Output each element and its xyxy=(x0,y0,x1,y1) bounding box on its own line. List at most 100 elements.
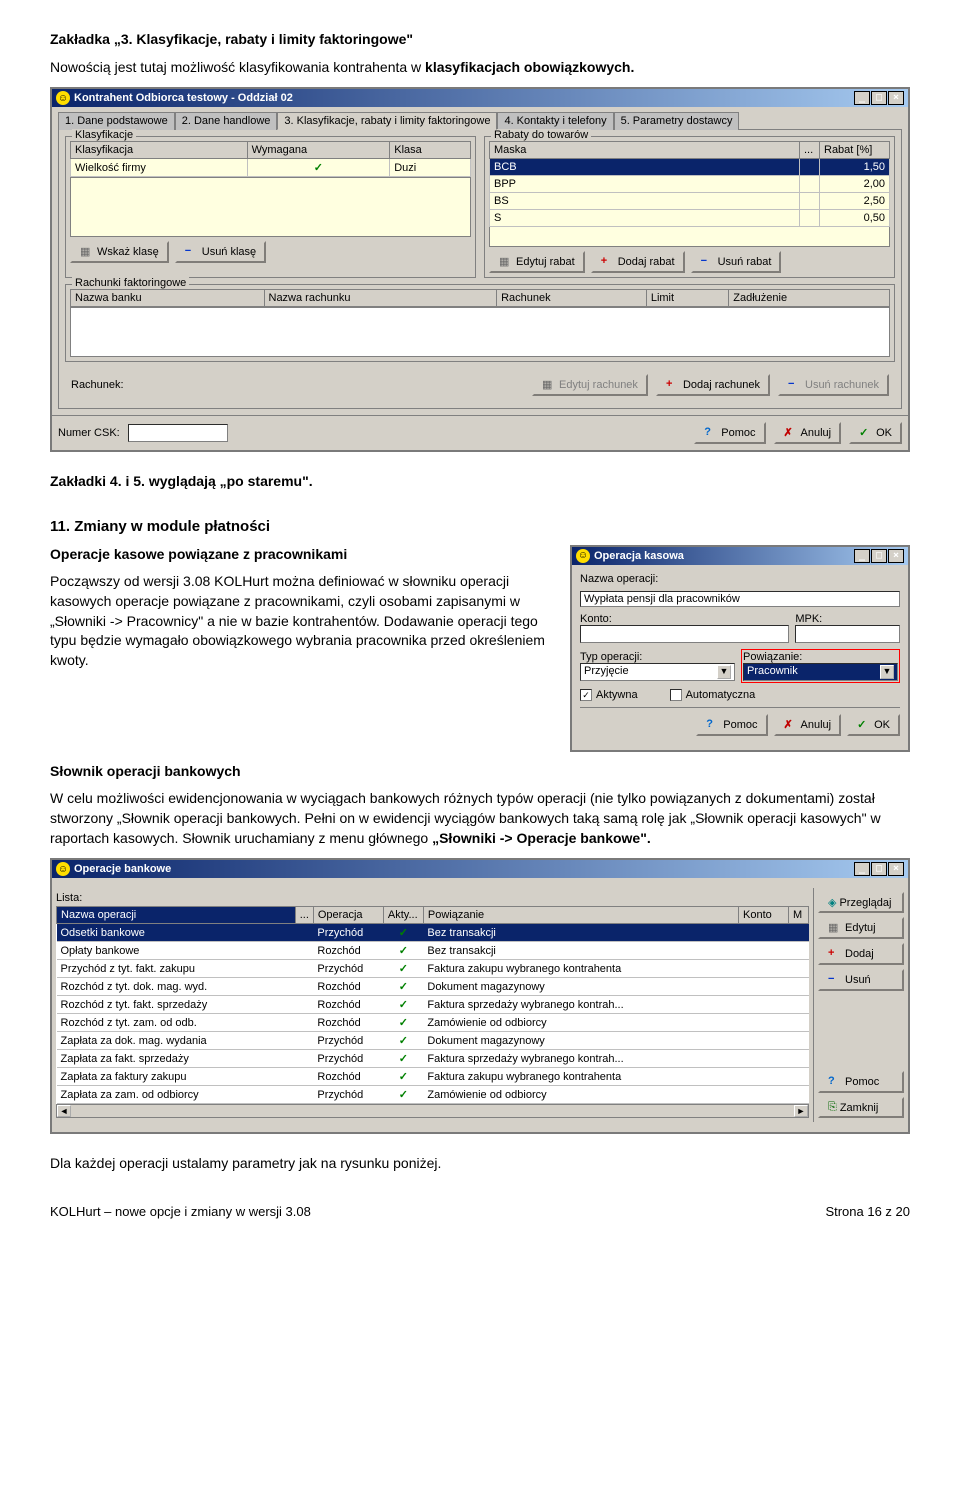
nazwa-operacji-input[interactable] xyxy=(580,591,900,607)
zamknij-button[interactable]: ⎘Zamknij xyxy=(818,1097,904,1118)
przegladaj-button[interactable]: ◈Przeglądaj xyxy=(818,892,904,913)
ok-button[interactable]: OK xyxy=(849,422,902,444)
col-zadluzenie[interactable]: Zadłużenie xyxy=(729,290,890,307)
col-rabat[interactable]: Rabat [%] xyxy=(820,142,890,159)
edytuj-rabat-button[interactable]: Edytuj rabat xyxy=(489,251,585,273)
group-title-klasyfikacje: Klasyfikacje xyxy=(72,129,136,141)
tab-dane-podstawowe[interactable]: 1. Dane podstawowe xyxy=(58,112,175,130)
col-operacja[interactable]: Operacja xyxy=(313,907,383,924)
operacje-bankowe-grid[interactable]: Nazwa operacji ... Operacja Akty... Powi… xyxy=(56,906,809,1104)
close-button[interactable]: × xyxy=(888,91,904,105)
automatyczna-checkbox[interactable]: Automatyczna xyxy=(670,689,756,701)
dlg-anuluj-button[interactable]: Anuluj xyxy=(774,714,842,736)
col-klasyfikacja[interactable]: Klasyfikacja xyxy=(71,142,248,159)
col-powiazanie[interactable]: Powiązanie xyxy=(423,907,738,924)
dlg-pomoc-button[interactable]: Pomoc xyxy=(696,714,767,736)
powiazanie-select[interactable]: Pracownik▼ xyxy=(743,663,898,681)
klasyfikacje-grid[interactable]: Klasyfikacja Wymagana Klasa Wielkość fir… xyxy=(70,141,471,177)
table-row[interactable]: Zapłata za fakt. sprzedażyPrzychód✓Faktu… xyxy=(57,1050,809,1068)
rabaty-grid[interactable]: Maska ... Rabat [%] BCB1,50 BPP2,00 BS2,… xyxy=(489,141,890,227)
table-row[interactable]: Przychód z tyt. fakt. zakupuPrzychód✓Fak… xyxy=(57,960,809,978)
list-pomoc-button[interactable]: Pomoc xyxy=(818,1071,904,1093)
table-row[interactable]: Rozchód z tyt. fakt. sprzedażyRozchód✓Fa… xyxy=(57,996,809,1014)
tab-kontakty[interactable]: 4. Kontakty i telefony xyxy=(497,112,613,130)
wskaz-klase-button[interactable]: Wskaż klasę xyxy=(70,241,169,263)
check-icon: ✓ xyxy=(399,1035,408,1047)
usun-klase-button[interactable]: Usuń klasę xyxy=(175,241,266,263)
titlebar[interactable]: ☺ Kontrahent Odbiorca testowy - Oddział … xyxy=(52,89,908,107)
anuluj-button[interactable]: Anuluj xyxy=(774,422,842,444)
usun-rachunek-button[interactable]: Usuń rachunek xyxy=(778,374,889,396)
label-rachunek: Rachunek: xyxy=(71,379,124,391)
usun-rabat-button[interactable]: Usuń rabat xyxy=(691,251,782,273)
col-konto[interactable]: Konto xyxy=(739,907,789,924)
table-row[interactable]: BS2,50 xyxy=(490,193,890,210)
tabs: 1. Dane podstawowe 2. Dane handlowe 3. K… xyxy=(52,107,908,129)
minimize-button[interactable]: _ xyxy=(854,91,870,105)
col-limit[interactable]: Limit xyxy=(646,290,728,307)
maximize-button[interactable]: □ xyxy=(871,862,887,876)
remove-icon xyxy=(185,245,199,259)
label-nazwa-operacji: Nazwa operacji: xyxy=(580,573,900,585)
table-row[interactable]: S0,50 xyxy=(490,210,890,227)
minimize-button[interactable]: _ xyxy=(854,549,870,563)
close-button[interactable]: × xyxy=(888,549,904,563)
list-titlebar[interactable]: ☺ Operacje bankowe _ □ × xyxy=(52,860,908,878)
typ-operacji-select[interactable]: Przyjęcie▼ xyxy=(580,663,735,681)
tab-klasyfikacje[interactable]: 3. Klasyfikacje, rabaty i limity faktori… xyxy=(277,112,497,130)
col-aktywna[interactable]: Akty... xyxy=(383,907,423,924)
edit-icon xyxy=(828,921,842,935)
group-title-faktoring: Rachunki faktoringowe xyxy=(72,277,189,289)
table-row[interactable]: BPP2,00 xyxy=(490,176,890,193)
group-title-rabaty: Rabaty do towarów xyxy=(491,129,591,141)
dodaj-rachunek-button[interactable]: Dodaj rachunek xyxy=(656,374,770,396)
col-nazwa-rachunku[interactable]: Nazwa rachunku xyxy=(264,290,497,307)
col-maska[interactable]: Maska xyxy=(490,142,800,159)
table-row[interactable]: Zapłata za dok. mag. wydaniaPrzychód✓Dok… xyxy=(57,1032,809,1050)
edytuj-rachunek-button[interactable]: Edytuj rachunek xyxy=(532,374,648,396)
tab-dane-handlowe[interactable]: 2. Dane handlowe xyxy=(175,112,278,130)
dlg-ok-button[interactable]: OK xyxy=(847,714,900,736)
pomoc-button[interactable]: Pomoc xyxy=(694,422,765,444)
list-usun-button[interactable]: Usuń xyxy=(818,969,904,991)
close-button[interactable]: × xyxy=(888,862,904,876)
col-wymagana[interactable]: Wymagana xyxy=(247,142,390,159)
dialog-titlebar[interactable]: ☺ Operacja kasowa _ □ × xyxy=(572,547,908,565)
aktywna-checkbox[interactable]: ✓Aktywna xyxy=(580,689,638,701)
scroll-right-icon[interactable]: ► xyxy=(794,1105,808,1117)
grid-empty-area xyxy=(489,227,890,247)
col-rachunek[interactable]: Rachunek xyxy=(497,290,647,307)
konto-input[interactable] xyxy=(580,625,789,643)
maximize-button[interactable]: □ xyxy=(871,91,887,105)
col-dots[interactable]: ... xyxy=(295,907,313,924)
dodaj-rabat-button[interactable]: Dodaj rabat xyxy=(591,251,685,273)
check-icon: ✓ xyxy=(399,999,408,1011)
col-nazwa-banku[interactable]: Nazwa banku xyxy=(71,290,265,307)
col-nazwa-operacji[interactable]: Nazwa operacji xyxy=(57,907,296,924)
col-m[interactable]: M xyxy=(789,907,809,924)
csk-input[interactable] xyxy=(128,424,228,442)
horizontal-scrollbar[interactable]: ◄► xyxy=(56,1104,809,1118)
table-row[interactable]: Rozchód z tyt. zam. od odb.Rozchód✓Zamów… xyxy=(57,1014,809,1032)
minimize-button[interactable]: _ xyxy=(854,862,870,876)
table-row[interactable]: Rozchód z tyt. dok. mag. wyd.Rozchód✓Dok… xyxy=(57,978,809,996)
remove-icon xyxy=(701,255,715,269)
table-row[interactable]: Zapłata za faktury zakupuRozchód✓Faktura… xyxy=(57,1068,809,1086)
edit-icon xyxy=(542,378,556,392)
table-row[interactable]: Opłaty bankoweRozchód✓Bez transakcji xyxy=(57,942,809,960)
tab-parametry[interactable]: 5. Parametry dostawcy xyxy=(614,112,740,130)
mpk-input[interactable] xyxy=(795,625,900,643)
col-dots[interactable]: ... xyxy=(800,142,820,159)
list-edytuj-button[interactable]: Edytuj xyxy=(818,917,904,939)
check-icon: ✓ xyxy=(399,1053,408,1065)
scroll-left-icon[interactable]: ◄ xyxy=(57,1105,71,1117)
maximize-button[interactable]: □ xyxy=(871,549,887,563)
table-row[interactable]: Wielkość firmy ✓ Duzi xyxy=(71,159,471,177)
col-klasa[interactable]: Klasa xyxy=(390,142,471,159)
table-row[interactable]: BCB1,50 xyxy=(490,159,890,176)
table-row[interactable]: Odsetki bankowePrzychód✓Bez transakcji xyxy=(57,924,809,942)
label-typ-operacji: Typ operacji: xyxy=(580,651,642,663)
faktoring-grid[interactable]: Nazwa banku Nazwa rachunku Rachunek Limi… xyxy=(70,289,890,307)
list-dodaj-button[interactable]: Dodaj xyxy=(818,943,904,965)
table-row[interactable]: Zapłata za zam. od odbiorcyPrzychód✓Zamó… xyxy=(57,1086,809,1104)
